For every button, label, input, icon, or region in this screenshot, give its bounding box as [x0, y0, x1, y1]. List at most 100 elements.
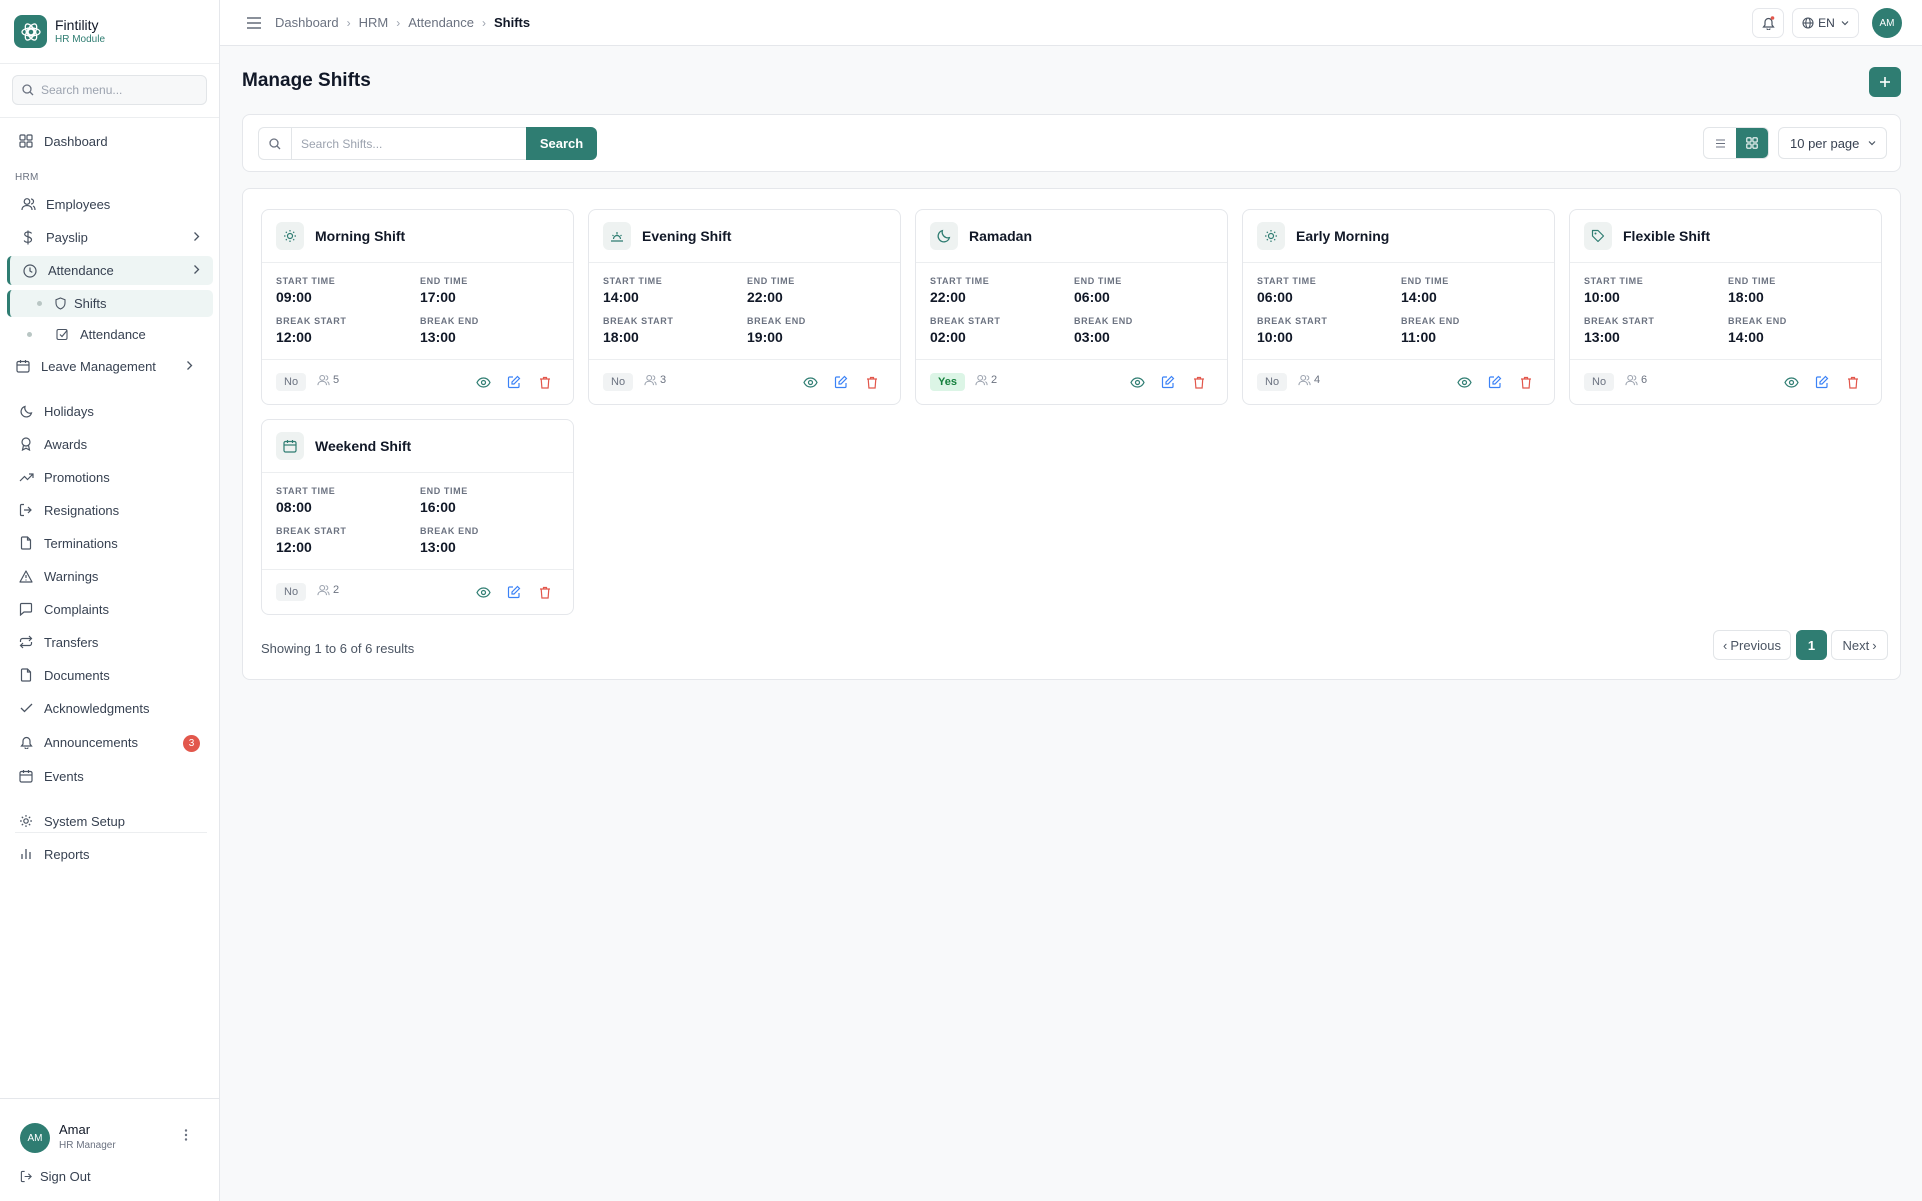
menu-icon[interactable] [247, 16, 261, 29]
view-button[interactable] [1783, 374, 1799, 390]
sidebar-item-label: Awards [44, 436, 88, 452]
users-icon [975, 374, 988, 386]
sidebar-item-awards[interactable]: Awards [0, 430, 220, 458]
sidebar-item-events[interactable]: Events [0, 762, 220, 790]
employee-count-value: 2 [991, 374, 998, 386]
trending-up-icon [18, 469, 34, 485]
add-shift-button[interactable] [1869, 67, 1901, 97]
view-button[interactable] [1129, 374, 1145, 390]
view-button[interactable] [475, 374, 491, 390]
delete-button[interactable] [1518, 374, 1534, 390]
shift-card-early-morning: Early Morning START TIME 06:00 END TIME … [1242, 209, 1555, 405]
search-input[interactable] [301, 129, 521, 158]
language-select[interactable]: EN [1792, 8, 1859, 38]
breadcrumb-item-hrm[interactable]: HRM [359, 15, 389, 30]
delete-button[interactable] [537, 374, 553, 390]
end-time-value: 18:00 [1728, 289, 1764, 305]
break-start-label: BREAK START [603, 316, 674, 326]
check-icon [18, 700, 34, 716]
user-role: HR Manager [59, 1140, 116, 1151]
end-time-label: END TIME [1728, 276, 1776, 286]
view-button[interactable] [475, 584, 491, 600]
view-button[interactable] [802, 374, 818, 390]
avatar[interactable]: AM [1872, 8, 1902, 38]
shift-card-weekend-shift: Weekend Shift START TIME 08:00 END TIME … [261, 419, 574, 615]
edit-button[interactable] [833, 374, 849, 390]
sidebar-item-shifts[interactable]: Shifts [7, 290, 213, 317]
search-button[interactable]: Search [526, 127, 597, 160]
break-end-value: 03:00 [1074, 329, 1110, 345]
sidebar-item-acknowledgments[interactable]: Acknowledgments [0, 694, 220, 722]
sidebar-item-documents[interactable]: Documents [0, 661, 220, 689]
delete-button[interactable] [537, 584, 553, 600]
trash-icon [1848, 376, 1858, 389]
edit-button[interactable] [506, 584, 522, 600]
sidebar-item-terminations[interactable]: Terminations [0, 529, 220, 557]
break-end-field: BREAK END 13:00 [420, 316, 479, 345]
edit-button[interactable] [1160, 374, 1176, 390]
grid-view-button[interactable] [1736, 128, 1768, 158]
view-button[interactable] [1456, 374, 1472, 390]
breadcrumb-separator: › [396, 15, 401, 30]
edit-button[interactable] [506, 374, 522, 390]
sidebar-item-holidays[interactable]: Holidays [0, 397, 220, 425]
sidebar-item-transfers[interactable]: Transfers [0, 628, 220, 656]
sidebar-item-label: Promotions [44, 469, 110, 485]
delete-button[interactable] [1845, 374, 1861, 390]
avatar[interactable]: AM [20, 1123, 50, 1153]
break-end-value: 11:00 [1401, 329, 1437, 345]
sidebar-item-attendance[interactable]: Attendance [7, 256, 213, 285]
list-view-button[interactable] [1704, 128, 1736, 158]
sidebar-item-payslip[interactable]: Payslip [0, 223, 220, 251]
night-shift-badge: No [1257, 373, 1288, 391]
sidebar-item-label: Terminations [44, 535, 118, 551]
breadcrumb-item-dashboard[interactable]: Dashboard [275, 15, 339, 30]
delete-button[interactable] [864, 374, 880, 390]
sidebar-item-warnings[interactable]: Warnings [0, 562, 220, 590]
page-1-button[interactable]: 1 [1796, 630, 1827, 660]
edit-button[interactable] [1487, 374, 1503, 390]
sidebar-item-leave-management[interactable]: Leave Management [0, 352, 220, 380]
sidebar-item-system-setup[interactable]: System Setup [0, 807, 220, 835]
sign-out-button[interactable]: Sign Out [20, 1169, 91, 1184]
shift-card-header: Flexible Shift [1570, 210, 1881, 263]
settings-icon [18, 813, 34, 829]
sidebar-item-reports[interactable]: Reports [0, 840, 220, 868]
more-vertical-icon[interactable] [184, 1128, 188, 1142]
previous-page-button[interactable]: ‹ Previous [1713, 630, 1791, 660]
sidebar-item-resignations[interactable]: Resignations [0, 496, 220, 524]
employee-count: 5 [317, 374, 339, 386]
sidebar: Fintility HR Module Search menu... Dashb… [0, 0, 220, 1201]
sidebar-item-label: Payslip [46, 229, 88, 245]
sidebar-item-attendance-sub[interactable]: Attendance [0, 320, 220, 348]
delete-button[interactable] [1191, 374, 1207, 390]
sidebar-item-announcements[interactable]: Announcements 3 [0, 728, 220, 756]
next-page-button[interactable]: Next › [1831, 630, 1888, 660]
employee-count-value: 5 [333, 374, 340, 386]
start-time-field: START TIME 09:00 [276, 276, 335, 305]
sunset-icon [603, 222, 631, 250]
notifications-button[interactable] [1752, 8, 1784, 38]
sidebar-item-employees[interactable]: Employees [0, 190, 220, 218]
logout-icon [18, 502, 34, 518]
start-time-label: START TIME [276, 486, 336, 496]
sidebar-item-complaints[interactable]: Complaints [0, 595, 220, 623]
file-icon [18, 535, 34, 551]
end-time-label: END TIME [747, 276, 795, 286]
start-time-field: START TIME 08:00 [276, 486, 335, 515]
breadcrumb-item-attendance[interactable]: Attendance [408, 15, 474, 30]
plus-icon [1880, 77, 1890, 87]
brand[interactable]: Fintility HR Module [0, 0, 219, 64]
sidebar-item-dashboard[interactable]: Dashboard [0, 127, 220, 155]
sidebar-search-input[interactable]: Search menu... [12, 75, 207, 105]
per-page-select[interactable]: 10 per page [1778, 127, 1887, 159]
eye-icon [1456, 376, 1472, 388]
shift-card-ramadan: Ramadan START TIME 22:00 END TIME 06:00 … [915, 209, 1228, 405]
edit-button[interactable] [1814, 374, 1830, 390]
night-shift-badge: No [1584, 373, 1615, 391]
page-title: Manage Shifts [242, 70, 371, 91]
clock-icon [22, 263, 38, 279]
shift-card-header: Weekend Shift [262, 420, 573, 473]
sidebar-item-promotions[interactable]: Promotions [0, 463, 220, 491]
edit-icon [1815, 375, 1829, 389]
